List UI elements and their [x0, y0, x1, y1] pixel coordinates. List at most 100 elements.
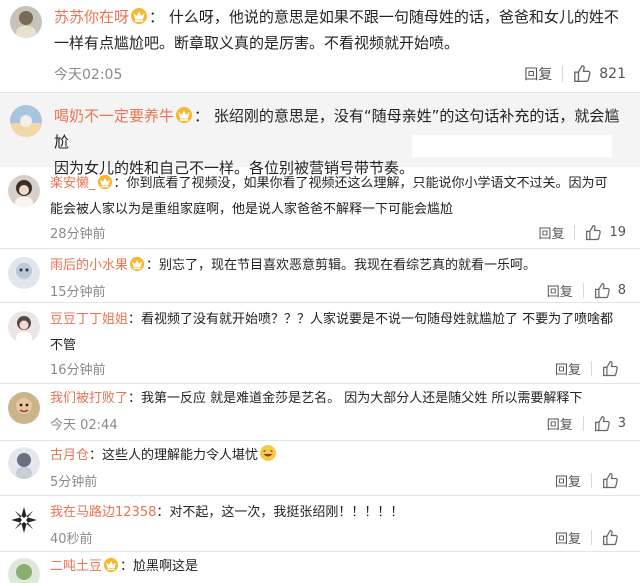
avatar[interactable]	[10, 6, 42, 38]
colon: ：	[128, 312, 142, 327]
comment-time: 15分钟前	[50, 285, 106, 300]
thumbs-up-icon	[594, 415, 610, 431]
comment-item: 雨后的小水果 ：别忘了，现在节目喜欢恶意剪辑。我现在看综艺真的就看一乐呵。 15分…	[0, 249, 640, 302]
comment-item: 我们被打败了：我第一反应 就是难道金莎是艺名。 因为大部分人还是随父姓 所以需要…	[0, 384, 640, 440]
comment-text: 雨后的小水果 ：别忘了，现在节目喜欢恶意剪辑。我现在看综艺真的就看一乐呵。	[50, 253, 636, 279]
username-link[interactable]: 雨后的小水果	[50, 258, 128, 273]
like-count: 19	[609, 225, 626, 240]
divider	[582, 283, 584, 298]
reply-button[interactable]: 回复	[547, 414, 573, 433]
thumbs-up-icon	[603, 529, 618, 545]
reply-button[interactable]: 回复	[555, 359, 581, 378]
comment-text: 楽安懒_ ：你到底看了视频没，如果你看了视频还这么理解，只能说你小学语文不过关。因…	[50, 171, 636, 223]
vip-badge-icon	[131, 8, 148, 24]
like-count: 3	[617, 416, 626, 431]
colon: ：	[146, 258, 160, 273]
like-button[interactable]: 19	[585, 224, 626, 242]
username-link[interactable]: 二吨土豆	[50, 559, 102, 574]
divider	[562, 66, 564, 82]
colon: ：	[194, 107, 210, 125]
comment-line: 能会被人家以为是重组家庭啊，他是说人家爸爸不解释一下可能会尴尬	[50, 202, 454, 217]
comment-text: 豆豆丁丁姐姐：看视频了没有就开始喷？？？人家说要是不说一句随母姓就尴尬了 不要为…	[50, 307, 636, 359]
reply-button[interactable]: 回复	[555, 528, 581, 547]
vip-badge-icon	[129, 256, 145, 272]
colon: ：	[89, 448, 103, 463]
reply-button[interactable]: 回复	[547, 281, 573, 300]
like-button[interactable]: 821	[573, 64, 626, 84]
avatar[interactable]	[8, 558, 40, 583]
thumbs-up-icon	[586, 224, 602, 240]
divider	[591, 473, 592, 488]
comment-text: 我们被打败了：我第一反应 就是难道金莎是艺名。 因为大部分人还是随父姓 所以需要…	[50, 386, 636, 412]
username-link[interactable]: 豆豆丁丁姐姐	[50, 312, 128, 327]
comment-line: 对不起，这一次，我挺张绍刚！！！！！	[169, 505, 404, 520]
comment-time: 今天 02:44	[50, 418, 118, 433]
avatar[interactable]	[8, 257, 40, 289]
comment-actions: 回复	[555, 471, 626, 490]
vip-badge-icon	[103, 557, 119, 573]
comment-line: 我第一反应 就是难道金莎是艺名。 因为大部分人还是随父姓 所以需要解释下	[141, 391, 583, 406]
comment-time: 今天02:05	[54, 67, 123, 83]
comment-item: 苏苏你在呀 ： 什么呀，他说的意思是如果不跟一句随母姓的话，爸爸和女儿的姓不 一样…	[0, 0, 640, 92]
username-link[interactable]: 我们被打败了	[50, 391, 128, 406]
divider	[591, 361, 592, 376]
comment-time: 28分钟前	[50, 227, 106, 242]
thumbs-up-icon	[603, 472, 618, 488]
divider	[591, 530, 592, 545]
comment-line: 一样有点尴尬吧。断章取义真的是厉害。不看视频就开始喷。	[54, 34, 460, 52]
avatar[interactable]	[8, 175, 40, 207]
comment-line: 别忘了，现在节目喜欢恶意剪辑。我现在看综艺真的就看一乐呵。	[159, 258, 537, 273]
avatar[interactable]	[8, 311, 40, 343]
like-button[interactable]	[602, 529, 626, 547]
username-link[interactable]: 古月仓	[50, 448, 89, 463]
comment-actions: 回复	[555, 528, 626, 547]
comment-line: 你到底看了视频没，如果你看了视频还这么理解，只能说你小学语文不过关。因为可	[126, 176, 608, 191]
comment-item: 二吨土豆 ：尬黑啊这是	[0, 552, 640, 583]
comment-actions: 回复 19	[538, 223, 626, 242]
comment-time: 16分钟前	[50, 363, 106, 378]
thumbs-up-icon	[594, 282, 610, 298]
comment-item: 古月仓：这些人的理解能力令人堪忧 5分钟前 回复	[0, 441, 640, 495]
reply-button[interactable]: 回复	[538, 223, 564, 242]
comment-item: 楽安懒_ ：你到底看了视频没，如果你看了视频还这么理解，只能说你小学语文不过关。因…	[0, 167, 640, 248]
comment-time: 40秒前	[50, 532, 93, 547]
reply-button[interactable]: 回复	[524, 64, 552, 84]
username-link[interactable]: 喝奶不一定要养牛	[54, 107, 174, 125]
colon: ：	[120, 559, 134, 574]
colon: ：	[113, 176, 127, 191]
like-button[interactable]	[602, 472, 626, 490]
comment-line: 这些人的理解能力令人堪忧	[102, 448, 259, 463]
like-count: 8	[617, 283, 626, 298]
like-button[interactable]: 8	[594, 282, 626, 300]
colon: ：	[156, 505, 170, 520]
colon: ：	[149, 8, 165, 26]
comment-text: 我在马路边12358：对不起，这一次，我挺张绍刚！！！！！	[50, 500, 636, 526]
comment-item: 我在马路边12358：对不起，这一次，我挺张绍刚！！！！！ 40秒前 回复	[0, 496, 640, 551]
vip-badge-icon	[176, 107, 193, 123]
comment-text: 二吨土豆 ：尬黑啊这是	[50, 554, 636, 580]
avatar[interactable]	[8, 392, 40, 424]
avatar[interactable]	[8, 447, 40, 479]
comment-time: 5分钟前	[50, 475, 98, 490]
comment-text: 古月仓：这些人的理解能力令人堪忧	[50, 443, 636, 469]
username-link[interactable]: 我在马路边12358	[50, 505, 156, 520]
divider	[582, 416, 584, 431]
username-link[interactable]: 楽安懒_	[50, 176, 96, 191]
vip-badge-icon	[97, 174, 112, 190]
comment-item: 喝奶不一定要养牛： 张绍刚的意思是，没有“随母亲姓”的这句话补充的话，就会尴尬 …	[0, 93, 640, 177]
comment-item: 豆豆丁丁姐姐：看视频了没有就开始喷？？？人家说要是不说一句随母姓就尴尬了 不要为…	[0, 303, 640, 383]
comment-line: 看视频了没有就开始喷？？？人家说要是不说一句随母姓就尴尬了 不要为了喷啥都	[141, 312, 614, 327]
reply-button[interactable]: 回复	[555, 471, 581, 490]
comment-line: 什么呀，他说的意思是如果不跟一句随母姓的话，爸爸和女儿的姓不	[168, 8, 619, 26]
like-button[interactable]	[602, 360, 626, 378]
comment-actions: 回复 8	[547, 281, 626, 300]
thumbs-up-icon	[574, 65, 591, 82]
avatar[interactable]	[8, 504, 40, 536]
avatar[interactable]	[10, 105, 42, 137]
comment-actions: 回复 3	[547, 414, 626, 433]
comment-actions: 回复	[555, 359, 626, 378]
comment-line: 尬黑啊这是	[133, 559, 199, 574]
laughing-emoji-icon	[260, 445, 277, 461]
username-link[interactable]: 苏苏你在呀	[54, 8, 129, 26]
like-button[interactable]: 3	[594, 415, 626, 433]
